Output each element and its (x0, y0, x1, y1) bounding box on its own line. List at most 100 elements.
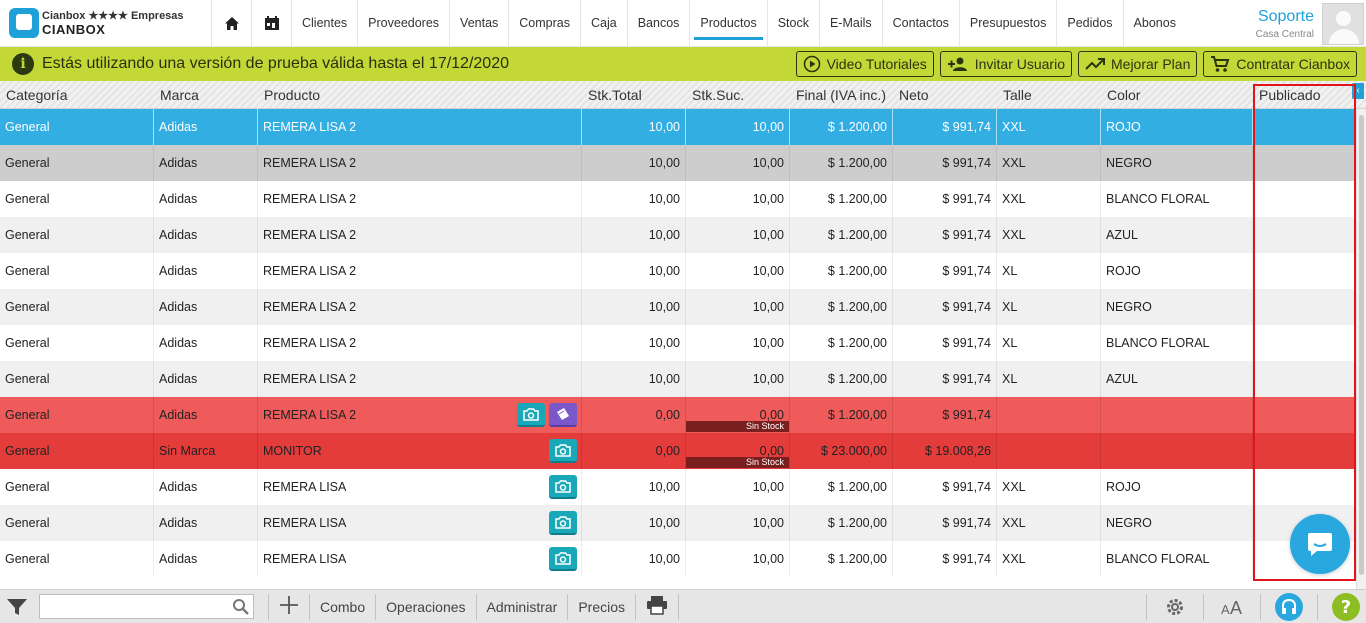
font-size-button[interactable]: AA (1218, 593, 1246, 621)
table-row[interactable]: General Adidas REMERA LISA 10,00 10,00 $ 1.20… (0, 505, 1356, 541)
column-header-stk-suc[interactable]: Stk.Suc. (686, 81, 790, 109)
cell-final: $ 1.200,00 (790, 109, 893, 145)
table-row[interactable]: General Adidas REMERA LISA 10,00 10,00 $ 1.20… (0, 541, 1356, 577)
toolbar-divider (1317, 594, 1318, 620)
cell-value: $ 1.200,00 (827, 336, 887, 350)
column-header-categoria[interactable]: Categoría (0, 81, 154, 109)
help-button[interactable]: ? (1332, 593, 1360, 621)
product-photo-button[interactable] (549, 511, 577, 535)
cell-neto: $ 991,74 (893, 397, 997, 433)
cell-value: General (5, 300, 50, 314)
cell-producto: REMERA LISA 2 (258, 145, 582, 181)
table-row[interactable]: General Adidas REMERA LISA 2 10,00 10,00 $ 1.… (0, 325, 1356, 361)
table-row[interactable]: General Adidas REMERA LISA 2 10,00 10,00 $ 1.… (0, 361, 1356, 397)
column-header-neto[interactable]: Neto (893, 81, 997, 109)
invitar-usuario-button[interactable]: Invitar Usuario (939, 51, 1072, 77)
cell-categoria: General (0, 433, 154, 469)
nav-ventas[interactable]: Ventas (450, 0, 510, 46)
cell-value: 0,00 (655, 444, 680, 458)
product-tag-button[interactable] (549, 403, 577, 427)
column-header-talle[interactable]: Talle (997, 81, 1101, 109)
cell-categoria: General (0, 325, 154, 361)
table-row[interactable]: General Adidas REMERA LISA 2 0,00 0,00 Sin St… (0, 397, 1356, 433)
cell-value: XXL (1002, 480, 1026, 494)
cell-value: $ 991,74 (942, 228, 991, 242)
administrar-button[interactable]: Administrar (485, 599, 560, 615)
operaciones-button[interactable]: Operaciones (384, 599, 467, 615)
chat-button[interactable] (1290, 514, 1350, 574)
nav-pedidos[interactable]: Pedidos (1057, 0, 1124, 46)
table-row[interactable]: General Adidas REMERA LISA 2 10,00 10,00 $ 1.… (0, 109, 1356, 145)
table-row[interactable]: General Sin Marca MONITOR 0,00 0,00 Sin Stock… (0, 433, 1356, 469)
nav-proveedores[interactable]: Proveedores (358, 0, 451, 46)
product-photo-button[interactable] (549, 547, 577, 571)
cell-stk-suc: 10,00 (686, 145, 790, 181)
cell-final: $ 1.200,00 (790, 325, 893, 361)
cell-value: REMERA LISA 2 (263, 264, 357, 278)
cell-value: XXL (1002, 192, 1026, 206)
column-header-producto[interactable]: Producto (258, 81, 582, 109)
nav-productos[interactable]: Productos (690, 0, 768, 46)
cell-categoria: General (0, 181, 154, 217)
toolbar-divider (1146, 594, 1147, 620)
mejorar-plan-button[interactable]: Mejorar Plan (1078, 51, 1198, 77)
brand[interactable]: Cianbox ★★★★ Empresas CIANBOX (0, 0, 212, 46)
table-row[interactable]: General Adidas REMERA LISA 2 10,00 10,00 $ 1.… (0, 289, 1356, 325)
table-row[interactable]: General Adidas REMERA LISA 10,00 10,00 $ 1.20… (0, 469, 1356, 505)
nav-home[interactable] (212, 0, 252, 46)
video-tutoriales-button[interactable]: Video Tutoriales (795, 51, 934, 77)
cell-talle: XXL (997, 217, 1101, 253)
cell-value: REMERA LISA 2 (263, 228, 357, 242)
cell-value: 10,00 (752, 300, 784, 314)
nav-clientes[interactable]: Clientes (292, 0, 359, 46)
user-menu[interactable]: Soporte Casa Central (1256, 0, 1366, 47)
grid-scrollbar[interactable] (1356, 109, 1366, 589)
nav-compras[interactable]: Compras (509, 0, 581, 46)
support-button[interactable] (1275, 593, 1303, 621)
filter-icon (7, 598, 27, 615)
nav-calendar[interactable] (252, 0, 292, 46)
column-header-publicado[interactable]: Publicado (1253, 81, 1353, 109)
cell-talle: XXL (997, 469, 1101, 505)
cell-final: $ 1.200,00 (790, 505, 893, 541)
search-icon[interactable] (232, 598, 250, 616)
nav-presupuestos[interactable]: Presupuestos (960, 0, 1058, 46)
contratar-cianbox-button[interactable]: Contratar Cianbox (1203, 51, 1357, 77)
cell-value: $ 19.008,26 (924, 444, 991, 458)
avatar[interactable] (1322, 2, 1364, 45)
cell-value: Adidas (159, 264, 198, 278)
table-row[interactable]: General Adidas REMERA LISA 2 10,00 10,00 $ 1.… (0, 217, 1356, 253)
product-photo-button[interactable] (549, 439, 577, 463)
collapse-panel-icon[interactable]: ‹ (1352, 83, 1364, 99)
add-button[interactable] (277, 595, 301, 618)
nav-contactos[interactable]: Contactos (883, 0, 960, 46)
column-header-stk-total[interactable]: Stk.Total (582, 81, 686, 109)
camera-icon (555, 444, 571, 457)
nav-bancos[interactable]: Bancos (628, 0, 691, 46)
cell-marca: Adidas (154, 253, 258, 289)
filter-button[interactable] (0, 597, 34, 617)
cell-value: $ 991,74 (942, 300, 991, 314)
precios-button[interactable]: Precios (576, 599, 627, 615)
cell-value: $ 991,74 (942, 336, 991, 350)
nav-stock[interactable]: Stock (768, 0, 820, 46)
cell-value: General (5, 372, 50, 386)
table-row[interactable]: General Adidas REMERA LISA 2 10,00 10,00 $ 1.… (0, 253, 1356, 289)
column-header-final[interactable]: Final (IVA inc.) (790, 81, 893, 109)
product-photo-button[interactable] (549, 475, 577, 499)
search-input[interactable] (40, 595, 225, 618)
combo-button[interactable]: Combo (318, 599, 367, 615)
nav-emails[interactable]: E-Mails (820, 0, 883, 46)
cell-value: $ 1.200,00 (827, 552, 887, 566)
nav-caja[interactable]: Caja (581, 0, 628, 46)
column-header-color[interactable]: Color (1101, 81, 1253, 109)
settings-button[interactable] (1161, 593, 1189, 621)
print-button[interactable] (644, 595, 670, 618)
product-photo-button[interactable] (517, 403, 545, 427)
table-row[interactable]: General Adidas REMERA LISA 2 10,00 10,00 $ 1.… (0, 145, 1356, 181)
cell-value: $ 1.200,00 (827, 372, 887, 386)
cell-categoria: General (0, 469, 154, 505)
column-header-marca[interactable]: Marca (154, 81, 258, 109)
nav-abonos[interactable]: Abonos (1124, 0, 1186, 46)
table-row[interactable]: General Adidas REMERA LISA 2 10,00 10,00 $ 1.… (0, 181, 1356, 217)
